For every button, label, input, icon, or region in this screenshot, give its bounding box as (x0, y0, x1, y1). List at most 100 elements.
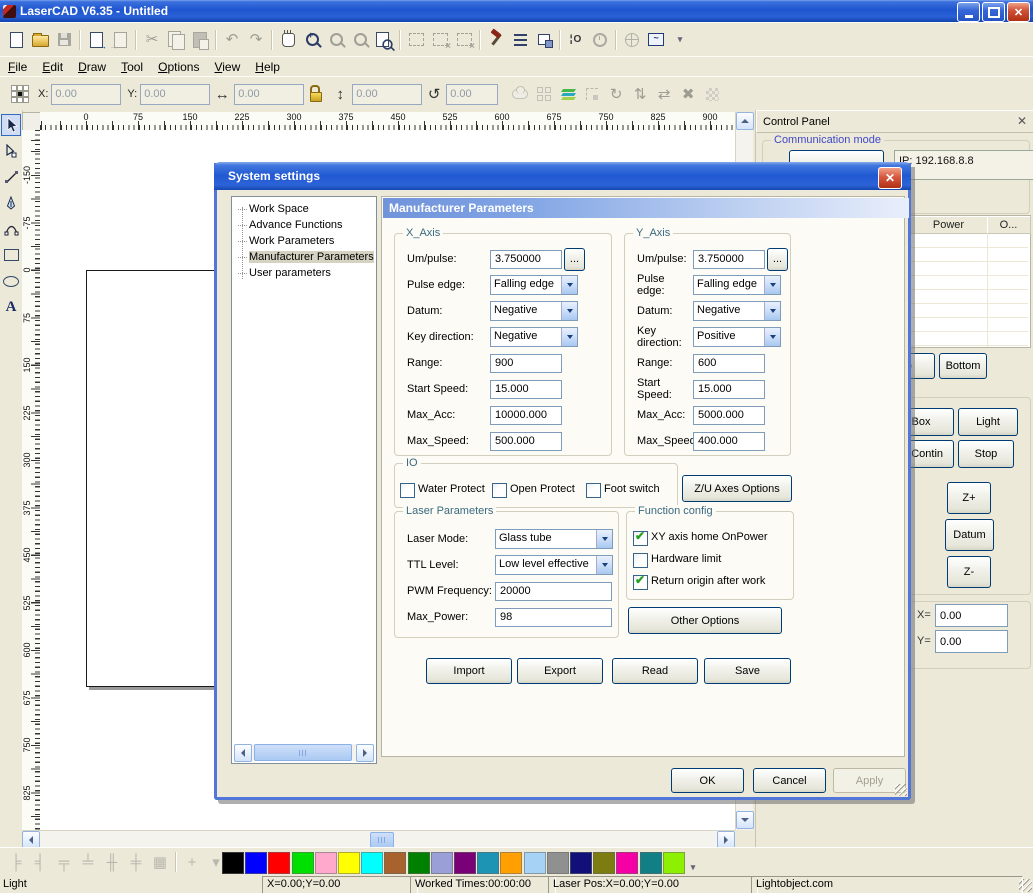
palette-color-swatch[interactable] (245, 852, 267, 874)
pen-tool[interactable] (1, 192, 21, 214)
y-axis-key-direction-select[interactable]: Positive (693, 327, 781, 347)
chevron-down-icon[interactable] (764, 276, 780, 294)
anchor-grid-icon[interactable] (8, 81, 32, 107)
menu-edit[interactable]: Edit (42, 60, 63, 74)
laser-pwm-frequency-input[interactable]: 20000 (495, 582, 612, 601)
horizontal-scrollbar[interactable] (22, 830, 735, 848)
palette-color-swatch[interactable] (477, 852, 499, 874)
y-axis-datum-select[interactable]: Negative (693, 301, 781, 321)
menu-help[interactable]: Help (255, 60, 280, 74)
y-axis-range-input[interactable]: 600 (693, 354, 765, 373)
laser-ttl-level-select[interactable]: Low level effective (495, 555, 613, 575)
chevron-down-icon[interactable] (561, 302, 577, 320)
foot-switch-checkbox[interactable] (586, 483, 601, 498)
y-axis-um-pulse-more-button[interactable]: ... (767, 248, 788, 271)
x-axis-start-speed-input[interactable]: 15.000 (490, 380, 562, 399)
x-axis-datum-select[interactable]: Negative (490, 301, 578, 321)
palette-color-swatch[interactable] (570, 852, 592, 874)
control-panel-close-icon[interactable]: ✕ (1015, 114, 1029, 128)
import-button[interactable]: Import (426, 658, 512, 684)
light-button[interactable]: Light (958, 408, 1018, 436)
laser-max-power-input[interactable]: 98 (495, 608, 612, 627)
palette-color-swatch[interactable] (384, 852, 406, 874)
x-axis-um-pulse-more-button[interactable]: ... (564, 248, 585, 271)
y-axis-pulse-edge-select[interactable]: Falling edge (693, 275, 781, 295)
y-coord-field[interactable]: 0.00 (140, 84, 210, 105)
z-plus-button[interactable]: Z+ (947, 482, 991, 514)
cancel-button[interactable]: Cancel (753, 768, 826, 793)
z-minus-button[interactable]: Z- (947, 556, 991, 588)
chevron-down-icon[interactable] (596, 530, 612, 548)
chevron-down-icon[interactable] (764, 328, 780, 346)
rectangle-tool[interactable] (1, 244, 21, 266)
y-axis-max-acc-input[interactable]: 5000.000 (693, 406, 765, 425)
return-origin-after-work-checkbox[interactable]: ✔ (633, 575, 648, 590)
open-protect-checkbox[interactable] (492, 483, 507, 498)
palette-color-swatch[interactable] (268, 852, 290, 874)
x-axis-um-pulse-input[interactable]: 3.750000 (490, 250, 562, 269)
stop-button[interactable]: Stop (958, 440, 1014, 468)
node-edit-tool[interactable] (1, 140, 21, 162)
palette-color-swatch[interactable] (500, 852, 522, 874)
table-column-header[interactable]: O... (987, 216, 1031, 234)
settings-tree[interactable]: Work SpaceAdvance FunctionsWork Paramete… (231, 196, 377, 764)
more-icon[interactable]: ▾ (668, 27, 692, 53)
layer-list-icon[interactable] (508, 27, 532, 53)
x-axis-range-input[interactable]: 900 (490, 354, 562, 373)
x-axis-pulse-edge-select[interactable]: Falling edge (490, 275, 578, 295)
x-coord-field[interactable]: 0.00 (51, 84, 121, 105)
menu-options[interactable]: Options (158, 60, 199, 74)
x-axis-max-speed-input[interactable]: 500.000 (490, 432, 562, 451)
new-file-icon[interactable] (4, 27, 28, 53)
palette-color-swatch[interactable] (640, 852, 662, 874)
read-button[interactable]: Read (612, 658, 698, 684)
laser-laser-mode-select[interactable]: Glass tube (495, 529, 613, 549)
palette-color-swatch[interactable] (524, 852, 546, 874)
y-axis-max-speed-input[interactable]: 400.000 (693, 432, 765, 451)
palette-color-swatch[interactable] (547, 852, 569, 874)
chevron-down-icon[interactable] (596, 556, 612, 574)
tree-item-manufacturer-parameters[interactable]: Manufacturer Parameters (232, 249, 376, 265)
palette-color-swatch[interactable] (338, 852, 360, 874)
x-axis-max-acc-input[interactable]: 10000.000 (490, 406, 562, 425)
close-button[interactable]: ✕ (1007, 2, 1030, 22)
palette-color-swatch[interactable] (315, 852, 337, 874)
tree-scroll-thumb[interactable] (254, 744, 352, 761)
palette-color-swatch[interactable] (222, 852, 244, 874)
tree-item-advance-functions[interactable]: Advance Functions (232, 217, 376, 233)
open-file-icon[interactable] (28, 27, 52, 53)
zoom-in-icon[interactable]: + (300, 27, 324, 53)
x-position-field[interactable]: 0.00 (935, 604, 1008, 627)
dialog-title-bar[interactable]: System settings (214, 162, 911, 190)
xy-axis-home-onpower-checkbox[interactable]: ✔ (633, 531, 648, 546)
layers-icon[interactable] (556, 81, 580, 107)
palette-color-swatch[interactable] (361, 852, 383, 874)
palette-color-swatch[interactable] (292, 852, 314, 874)
palette-color-swatch[interactable] (431, 852, 453, 874)
y-position-field[interactable]: 0.00 (935, 630, 1008, 653)
y-axis-start-speed-input[interactable]: 15.000 (693, 380, 765, 399)
text-tool[interactable]: A (1, 296, 21, 318)
import-icon[interactable]: → (84, 27, 108, 53)
line-tool[interactable] (1, 166, 21, 188)
scroll-up-button[interactable] (736, 112, 754, 130)
tree-scroll-left[interactable] (234, 744, 252, 762)
palette-color-swatch[interactable] (593, 852, 615, 874)
select-tool[interactable] (1, 114, 21, 136)
x-axis-key-direction-select[interactable]: Negative (490, 327, 578, 347)
chevron-down-icon[interactable] (561, 328, 577, 346)
palette-color-swatch[interactable] (408, 852, 430, 874)
pan-icon[interactable] (276, 27, 300, 53)
datum-button[interactable]: Datum (945, 519, 994, 551)
export-button[interactable]: Export (517, 658, 603, 684)
menu-file[interactable]: File (8, 60, 27, 74)
menu-tool[interactable]: Tool (121, 60, 143, 74)
tree-item-work-space[interactable]: Work Space (232, 201, 376, 217)
menu-draw[interactable]: Draw (78, 60, 106, 74)
pick-tool-icon[interactable] (484, 27, 508, 53)
palette-color-swatch[interactable] (454, 852, 476, 874)
tree-scroll-right[interactable] (356, 744, 374, 762)
ok-button[interactable]: OK (671, 768, 744, 793)
path-start-icon[interactable]: ¦O (564, 27, 588, 53)
dialog-resize-grip[interactable] (895, 784, 907, 796)
